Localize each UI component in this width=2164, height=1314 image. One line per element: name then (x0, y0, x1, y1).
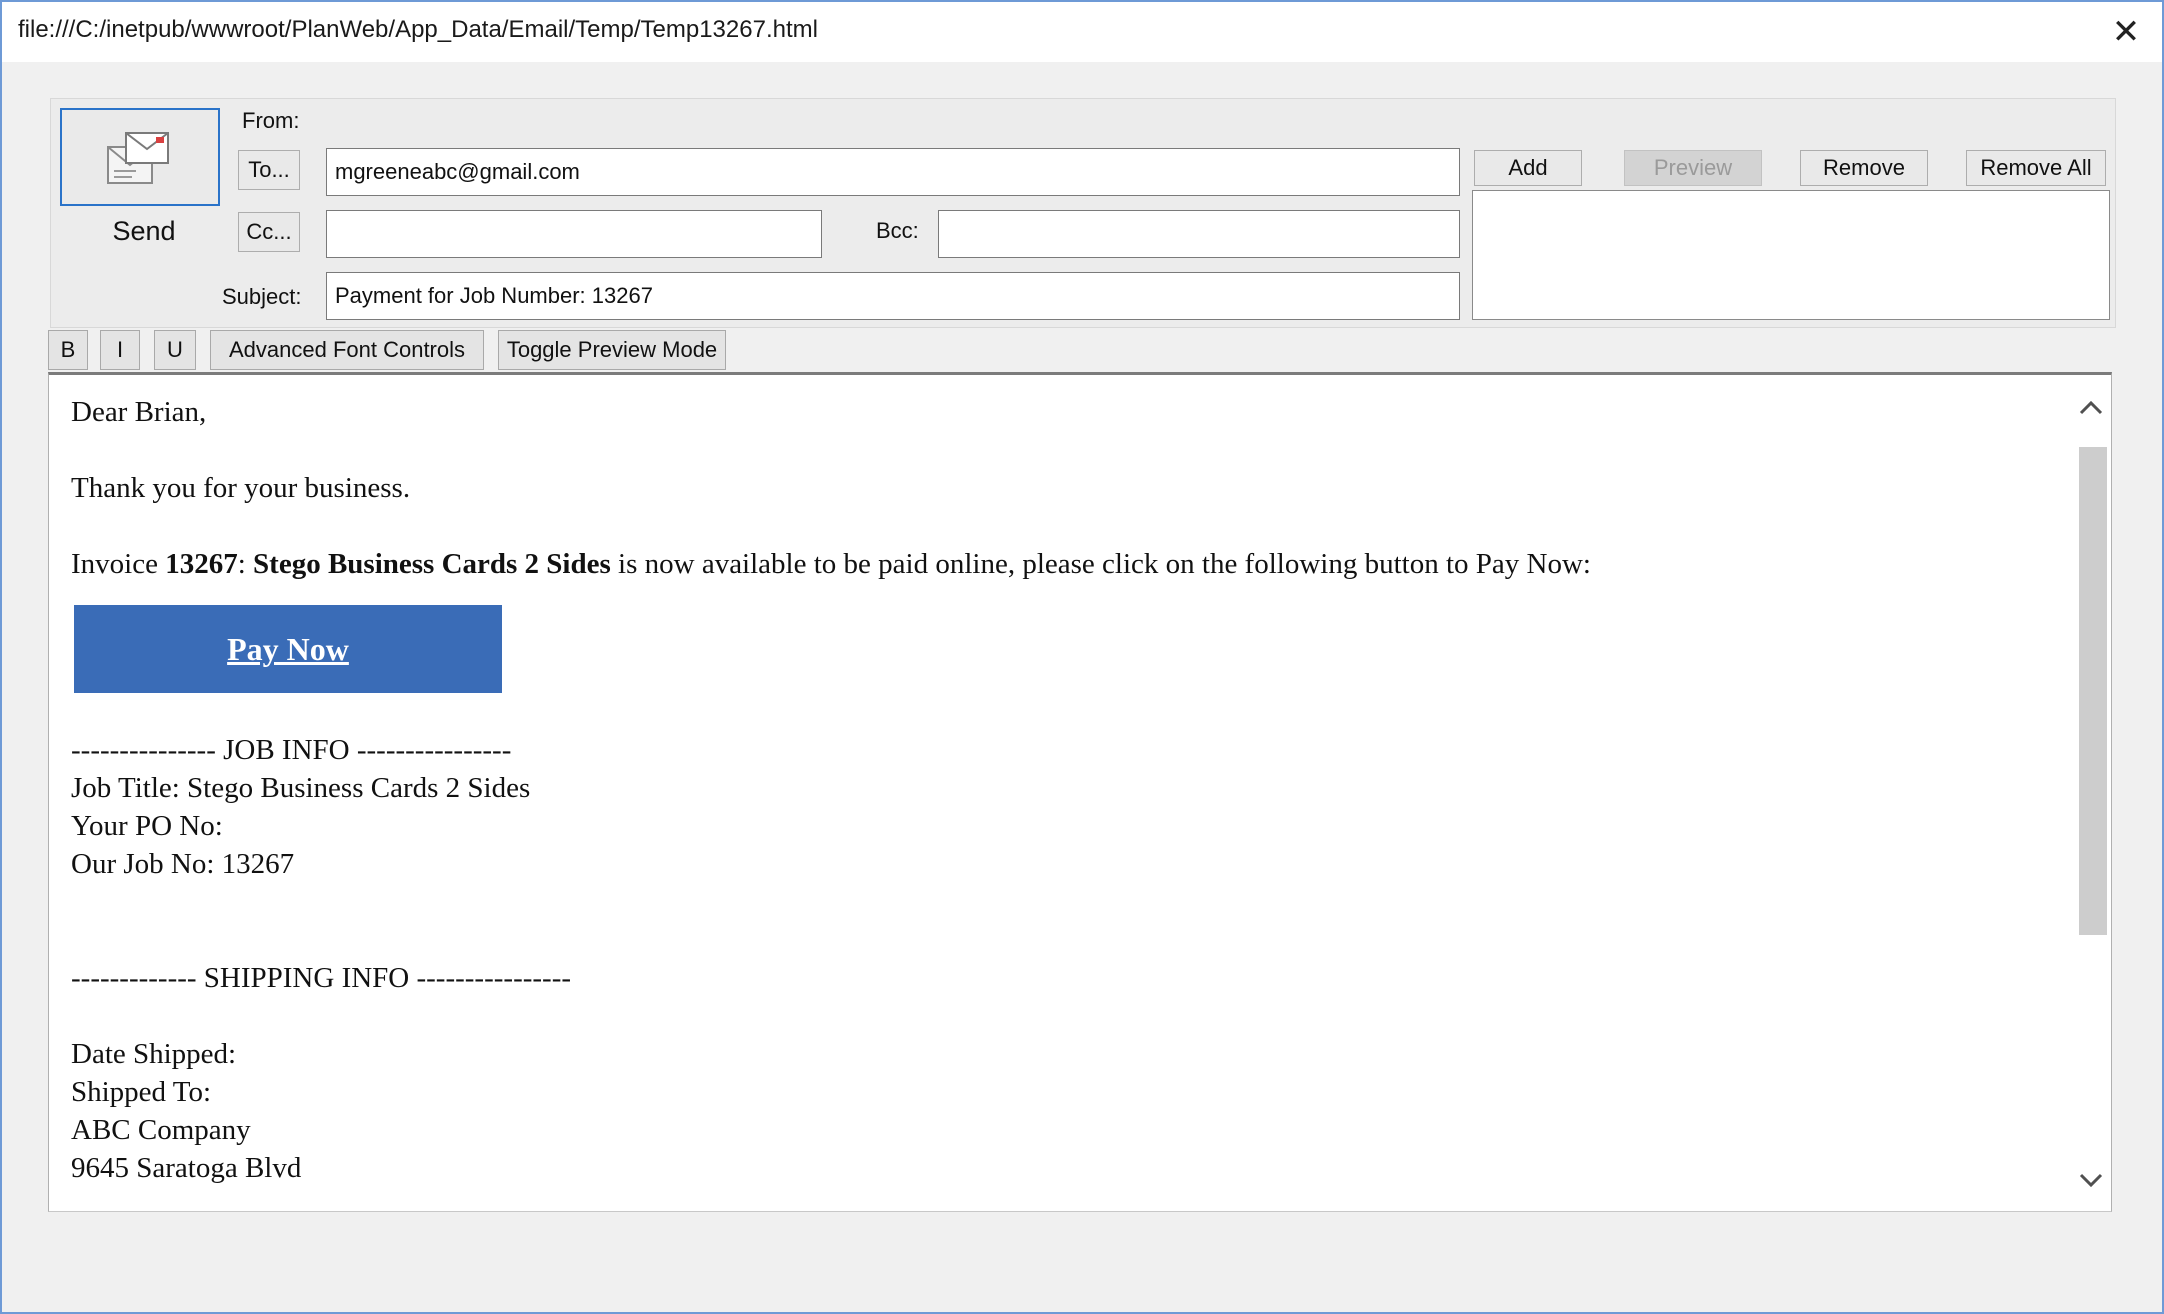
remove-all-attachments-button[interactable]: Remove All (1966, 150, 2106, 186)
company-line: ABC Company (71, 1114, 251, 1146)
invoice-number: 13267 (165, 548, 238, 580)
email-body-editor[interactable]: Dear Brian, Thank you for your business.… (48, 372, 2112, 1212)
cc-button[interactable]: Cc... (238, 212, 300, 252)
scroll-thumb[interactable] (2079, 447, 2107, 935)
to-button[interactable]: To... (238, 150, 300, 190)
bold-button[interactable]: B (48, 330, 88, 370)
bcc-field[interactable] (938, 210, 1460, 258)
remove-attachment-button[interactable]: Remove (1800, 150, 1928, 186)
job-info-header: --------------- JOB INFO ---------------… (71, 734, 512, 766)
vertical-scrollbar[interactable] (2071, 375, 2111, 1211)
from-label: From: (242, 108, 300, 133)
to-field[interactable]: mgreeneabc@gmail.com (326, 148, 1460, 196)
bcc-label: Bcc: (876, 218, 919, 243)
scroll-up-button[interactable] (2071, 387, 2111, 427)
email-compose-window: file:///C:/inetpub/wwwroot/PlanWeb/App_D… (0, 0, 2164, 1314)
thanks-line: Thank you for your business. (71, 472, 411, 504)
chevron-up-icon (2079, 400, 2103, 415)
attachment-list[interactable] (1472, 190, 2110, 320)
job-title-line: Job Title: Stego Business Cards 2 Sides (71, 772, 531, 804)
shipping-info-header: ------------- SHIPPING INFO ------------… (71, 962, 572, 994)
send-label: Send (112, 216, 176, 246)
cc-field[interactable] (326, 210, 822, 258)
preview-attachment-button[interactable]: Preview (1624, 150, 1762, 186)
subject-label: Subject: (222, 284, 302, 309)
title-bar: file:///C:/inetpub/wwwroot/PlanWeb/App_D… (2, 2, 2162, 62)
invoice-line: Invoice 13267: Stego Business Cards 2 Si… (71, 545, 2071, 583)
subject-field[interactable]: Payment for Job Number: 13267 (326, 272, 1460, 320)
italic-button[interactable]: I (100, 330, 140, 370)
scroll-down-button[interactable] (2071, 1161, 2111, 1201)
po-number-line: Your PO No: (71, 810, 223, 842)
date-shipped-line: Date Shipped: (71, 1038, 237, 1070)
shipped-to-line: Shipped To: (71, 1076, 212, 1108)
send-mail-icon (107, 132, 169, 184)
job-name: Stego Business Cards 2 Sides (253, 548, 611, 580)
chevron-down-icon (2079, 1173, 2103, 1188)
job-number-line: Our Job No: 13267 (71, 848, 295, 880)
greeting: Dear Brian, (71, 396, 207, 428)
email-body[interactable]: Dear Brian, Thank you for your business.… (71, 393, 2071, 1187)
window-title: file:///C:/inetpub/wwwroot/PlanWeb/App_D… (18, 16, 818, 43)
close-icon: ✕ (2111, 13, 2141, 51)
send-button[interactable] (60, 108, 220, 206)
close-button[interactable]: ✕ (2104, 10, 2148, 54)
invoice-prefix: Invoice (71, 548, 166, 580)
invoice-separator: : (237, 548, 254, 580)
add-attachment-button[interactable]: Add (1474, 150, 1582, 186)
address-line: 9645 Saratoga Blvd (71, 1152, 302, 1184)
underline-button[interactable]: U (154, 330, 196, 370)
pay-now-button[interactable]: Pay Now (74, 605, 502, 693)
advanced-font-controls-button[interactable]: Advanced Font Controls (210, 330, 484, 370)
invoice-suffix: is now available to be paid online, plea… (610, 548, 1591, 580)
toggle-preview-mode-button[interactable]: Toggle Preview Mode (498, 330, 726, 370)
